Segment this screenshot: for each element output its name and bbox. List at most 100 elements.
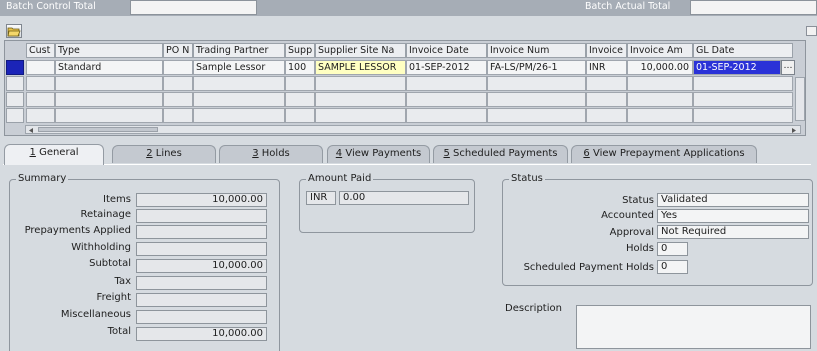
- batch-control-total-field[interactable]: [130, 0, 257, 15]
- cell-empty[interactable]: [163, 76, 193, 91]
- cell-supplier-site[interactable]: SAMPLE LESSOR: [315, 60, 406, 75]
- cell-empty[interactable]: [693, 108, 793, 123]
- row-selector[interactable]: [6, 76, 24, 91]
- cell-empty[interactable]: [406, 92, 487, 107]
- folder-checkbox[interactable]: [806, 26, 817, 36]
- cell-empty[interactable]: [693, 92, 793, 107]
- tab-label: View Payments: [342, 148, 422, 159]
- cell-cust[interactable]: [26, 60, 55, 75]
- amount-paid-currency: INR: [306, 191, 336, 205]
- batch-actual-total-label: Batch Actual Total: [585, 1, 671, 12]
- cell-empty[interactable]: [586, 108, 627, 123]
- freight-label: Freight: [96, 292, 131, 303]
- cell-empty[interactable]: [193, 76, 285, 91]
- holds-field[interactable]: 0: [657, 242, 688, 256]
- cell-empty[interactable]: [586, 76, 627, 91]
- cell-empty[interactable]: [406, 108, 487, 123]
- cell-gl-date[interactable]: 01-SEP-2012: [693, 60, 781, 75]
- subtotal-field[interactable]: 10,000.00: [136, 259, 267, 273]
- prepayments-applied-field[interactable]: [136, 225, 267, 239]
- row-selector[interactable]: [6, 92, 24, 107]
- scheduled-payment-holds-field[interactable]: 0: [657, 260, 688, 274]
- cell-empty[interactable]: [285, 92, 315, 107]
- tax-label: Tax: [114, 276, 132, 287]
- scheduled-payment-holds-label: Scheduled Payment Holds: [523, 262, 654, 273]
- cell-empty[interactable]: [627, 92, 693, 107]
- items-field[interactable]: 10,000.00: [136, 193, 267, 207]
- cell-empty[interactable]: [586, 92, 627, 107]
- row-selector[interactable]: [6, 108, 24, 123]
- folder-open-icon[interactable]: [6, 24, 22, 38]
- tab-view-payments[interactable]: 4 View Payments: [327, 145, 430, 163]
- total-label: Total: [107, 326, 131, 337]
- cell-type[interactable]: Standard: [55, 60, 163, 75]
- tab-lines[interactable]: 2 Lines: [112, 145, 216, 163]
- retainage-field[interactable]: [136, 209, 267, 223]
- cell-invoice-amount[interactable]: 10,000.00: [627, 60, 693, 75]
- cell-empty[interactable]: [55, 108, 163, 123]
- tab-holds[interactable]: 3 Holds: [219, 145, 323, 163]
- cell-empty[interactable]: [193, 92, 285, 107]
- cell-empty[interactable]: [55, 92, 163, 107]
- cell-empty[interactable]: [193, 108, 285, 123]
- withholding-field[interactable]: [136, 242, 267, 256]
- cell-empty[interactable]: [26, 108, 55, 123]
- tab-label: General: [35, 147, 79, 158]
- tax-field[interactable]: [136, 276, 267, 290]
- col-header-invoice-currency: Invoice: [586, 43, 627, 58]
- scroll-thumb[interactable]: [38, 127, 158, 132]
- cell-po-number[interactable]: [163, 60, 193, 75]
- cell-invoice-date[interactable]: 01-SEP-2012: [406, 60, 487, 75]
- status-label: Status: [622, 195, 654, 206]
- amount-paid-field[interactable]: 0.00: [339, 191, 469, 205]
- accounted-field[interactable]: Yes: [657, 209, 809, 223]
- cell-empty[interactable]: [487, 108, 586, 123]
- col-header-po-number: PO N: [163, 43, 193, 58]
- tab-view-prepayment-applications[interactable]: 6 View Prepayment Applications: [571, 145, 757, 163]
- cell-empty[interactable]: [315, 76, 406, 91]
- cell-empty[interactable]: [627, 76, 693, 91]
- cell-empty[interactable]: [487, 76, 586, 91]
- cell-empty[interactable]: [285, 76, 315, 91]
- col-header-invoice-amount: Invoice Am: [627, 43, 693, 58]
- tab-general[interactable]: 1 General: [4, 144, 104, 165]
- cell-supplier-num[interactable]: 100: [285, 60, 315, 75]
- cell-empty[interactable]: [163, 92, 193, 107]
- cell-empty[interactable]: [26, 92, 55, 107]
- grid-vertical-scrollbar[interactable]: [795, 77, 805, 121]
- status-field[interactable]: Validated: [657, 193, 809, 207]
- miscellaneous-label: Miscellaneous: [60, 309, 131, 320]
- grid-horizontal-scrollbar[interactable]: [25, 125, 801, 134]
- cell-empty[interactable]: [315, 92, 406, 107]
- cell-invoice-currency[interactable]: INR: [586, 60, 627, 75]
- batch-actual-total-field[interactable]: [690, 0, 817, 15]
- gl-date-lov-button[interactable]: …: [781, 60, 795, 75]
- col-header-trading-partner: Trading Partner: [193, 43, 285, 58]
- batch-control-total-label: Batch Control Total: [6, 1, 96, 12]
- cell-empty[interactable]: [26, 76, 55, 91]
- col-header-supplier-num: Supp: [285, 43, 315, 58]
- total-field[interactable]: 10,000.00: [136, 327, 267, 341]
- cell-trading-partner[interactable]: Sample Lessor: [193, 60, 285, 75]
- cell-invoice-num[interactable]: FA-LS/PM/26-1: [487, 60, 586, 75]
- row-selector-active[interactable]: [6, 60, 24, 75]
- tab-scheduled-payments[interactable]: 5 Scheduled Payments: [433, 145, 568, 163]
- cell-empty[interactable]: [55, 76, 163, 91]
- freight-field[interactable]: [136, 293, 267, 307]
- amount-paid-title: Amount Paid: [306, 173, 374, 184]
- approval-field[interactable]: Not Required: [657, 225, 809, 239]
- miscellaneous-field[interactable]: [136, 310, 267, 324]
- scroll-right-icon[interactable]: [790, 126, 798, 133]
- cell-empty[interactable]: [285, 108, 315, 123]
- cell-empty[interactable]: [487, 92, 586, 107]
- tab-label: Lines: [152, 148, 182, 159]
- scroll-left-icon[interactable]: [27, 126, 35, 133]
- cell-empty[interactable]: [627, 108, 693, 123]
- description-label: Description: [505, 303, 562, 314]
- cell-empty[interactable]: [693, 76, 793, 91]
- cell-empty[interactable]: [406, 76, 487, 91]
- approval-label: Approval: [609, 227, 654, 238]
- cell-empty[interactable]: [315, 108, 406, 123]
- description-field[interactable]: [576, 305, 811, 349]
- cell-empty[interactable]: [163, 108, 193, 123]
